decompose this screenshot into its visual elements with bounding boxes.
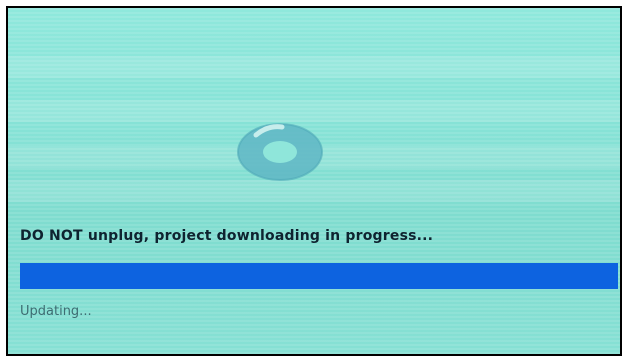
download-progress-bar [20, 263, 618, 289]
download-progress-fill [20, 263, 618, 289]
device-screen-frame: DO NOT unplug, project downloading in pr… [6, 6, 622, 356]
screen-glare-band [8, 100, 620, 122]
screen-glare-band [8, 180, 620, 202]
loading-spinner-icon [237, 123, 323, 181]
screen-glare-band [8, 56, 620, 78]
do-not-unplug-warning: DO NOT unplug, project downloading in pr… [20, 228, 434, 244]
download-screen: DO NOT unplug, project downloading in pr… [8, 8, 620, 354]
updating-status-text: Updating... [20, 304, 92, 319]
